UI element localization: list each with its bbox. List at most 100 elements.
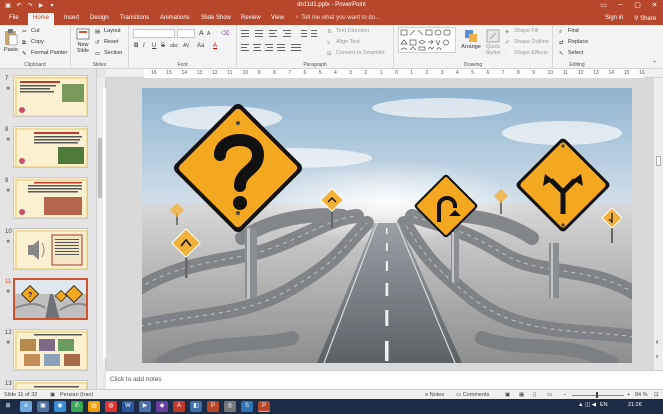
italic-button[interactable]: I (143, 43, 145, 49)
road-signs-picture[interactable] (142, 88, 632, 363)
text-shadow-button[interactable]: abc (170, 43, 178, 49)
notes-pane[interactable]: Click to add notes (106, 370, 663, 389)
zoom-slider[interactable] (572, 395, 624, 396)
align-text-button[interactable]: ≡ Align Text (327, 39, 360, 46)
whatsapp-icon[interactable]: ✆ (71, 401, 83, 412)
paragraph-format-icons[interactable] (241, 29, 321, 55)
section-button[interactable]: ▭ Section (95, 50, 122, 57)
tab-transitions[interactable]: Transitions (120, 15, 149, 21)
zoom-slider-thumb[interactable] (596, 392, 598, 398)
find-button[interactable]: ⌕ Find (559, 28, 579, 35)
ie-icon[interactable]: e (20, 401, 32, 412)
clear-format-icon[interactable]: ⌫ (221, 30, 229, 37)
media-icon[interactable]: ▶ (139, 401, 151, 412)
new-slide-button[interactable]: New Slide (74, 28, 92, 54)
grow-font-button[interactable]: A (199, 30, 204, 37)
windows-start-icon[interactable]: ⊞ (2, 401, 14, 412)
language-indicator[interactable]: Persian (Iran) (60, 392, 93, 398)
zoom-level[interactable]: 84 % (635, 392, 648, 398)
bold-button[interactable]: B (134, 43, 138, 49)
clock[interactable]: 21:26 (628, 402, 642, 408)
pdf-icon[interactable]: A (173, 401, 185, 412)
powerpoint-icon[interactable]: P (207, 401, 219, 412)
zoom-in-button[interactable]: + (627, 392, 630, 398)
previous-slide-icon[interactable]: ⇞ (655, 340, 659, 346)
ribbon-display-options-button[interactable]: ▭ (599, 1, 608, 9)
tab-design[interactable]: Design (90, 15, 109, 21)
minimize-button[interactable]: – (616, 1, 625, 9)
fit-to-window-icon[interactable]: ⊡ (654, 392, 659, 398)
normal-view-icon[interactable]: ▣ (505, 392, 510, 398)
reset-button[interactable]: ↺ Reset (95, 39, 118, 46)
font-size-box[interactable] (177, 29, 195, 38)
replace-button[interactable]: ⇄ Replace (559, 39, 588, 46)
slide-thumbnail[interactable]: 12 ✱ (3, 328, 96, 373)
sign-in-link[interactable]: Sign in (605, 15, 623, 21)
format-painter-button[interactable]: ✎ Format Painter (22, 50, 67, 57)
file-explorer-icon[interactable]: ▣ (37, 401, 49, 412)
word-icon[interactable]: W (122, 401, 134, 412)
quick-styles-button[interactable]: Quick Styles (483, 29, 503, 56)
tab-animations[interactable]: Animations (160, 15, 190, 21)
maximize-button[interactable]: ▢ (633, 1, 642, 9)
font-color-button[interactable]: A (213, 43, 217, 49)
paste-button[interactable]: Paste (2, 28, 20, 53)
canvas-scroll-thumb[interactable] (656, 156, 661, 166)
arrange-button[interactable]: Arrange (460, 29, 482, 50)
tray-icons[interactable]: ▲ ◫ ◀ (578, 402, 596, 408)
next-slide-icon[interactable]: ⇟ (655, 354, 659, 360)
app-icon-2[interactable]: ◆ (156, 401, 168, 412)
underline-button[interactable]: U (152, 43, 156, 49)
zoom-out-button[interactable]: − (563, 392, 566, 398)
tab-view[interactable]: View (271, 15, 284, 21)
slide-thumbnail[interactable]: 10 ✱ (3, 227, 96, 272)
slide-thumbnail[interactable]: 8 ✱ (3, 125, 96, 170)
spellcheck-icon[interactable]: ▣ (50, 392, 55, 398)
shape-effects-button[interactable]: ◌ Shape Effects (505, 50, 548, 57)
character-spacing-button[interactable]: AV (183, 43, 189, 49)
slide-thumbnail[interactable]: 9 ✱ (3, 176, 96, 221)
comments-toggle[interactable]: ▭ Comments (456, 392, 489, 398)
slide-sorter-icon[interactable]: ▦ (519, 392, 524, 398)
layout-button[interactable]: ▤ Layout (95, 28, 121, 35)
select-button[interactable]: ↖ Select (559, 50, 583, 57)
strikethrough-button[interactable]: S (161, 43, 165, 49)
thumbnails-scrollbar[interactable] (97, 78, 103, 388)
tab-insert[interactable]: Insert (64, 15, 79, 21)
app-icon-5[interactable]: S (241, 401, 253, 412)
shape-outline-button[interactable]: ✐ Shape Outline (505, 39, 549, 46)
shapes-gallery[interactable] (398, 27, 456, 53)
reading-view-icon[interactable]: ▯ (533, 392, 536, 398)
current-slide[interactable] (142, 88, 632, 363)
tab-slide-show[interactable]: Slide Show (201, 15, 231, 21)
font-name-box[interactable] (133, 29, 175, 38)
slideshow-view-icon[interactable]: ▭ (547, 392, 552, 398)
slide-thumbnail[interactable]: 13 (3, 379, 96, 389)
convert-smartart-button[interactable]: ⊞ Convert to SmartArt (327, 50, 385, 57)
shrink-font-button[interactable]: A (207, 31, 210, 37)
folder-icon[interactable]: ▤ (88, 401, 100, 412)
app-icon-4[interactable]: ◎ (224, 401, 236, 412)
tell-me-box[interactable]: ♀ Tell me what you want to do... (295, 15, 380, 21)
cut-button[interactable]: ✂ Cut (22, 28, 40, 35)
copy-button[interactable]: ⧉ Copy (22, 39, 44, 46)
thumbnails-scroll-thumb[interactable] (98, 138, 102, 198)
tab-file[interactable]: File (9, 15, 19, 21)
close-button[interactable]: ✕ (650, 1, 659, 9)
canvas-vertical-scrollbar[interactable]: ⇞ ⇟ (654, 78, 663, 370)
slide-thumbnail[interactable]: 7 ✱ (3, 74, 96, 119)
app-icon-3[interactable]: ◧ (190, 401, 202, 412)
tab-review[interactable]: Review (241, 15, 261, 21)
input-language[interactable]: EN (600, 402, 608, 408)
powerpoint-active-icon[interactable]: P (258, 401, 270, 412)
notes-toggle[interactable]: ≡ Notes (425, 392, 444, 398)
browser-icon[interactable]: ◍ (105, 401, 117, 412)
share-button[interactable]: ⚲ Share (634, 15, 656, 22)
shape-fill-button[interactable]: ◈ Shape Fill (505, 28, 538, 35)
change-case-button[interactable]: Aa (197, 43, 204, 49)
slide-thumbnail-selected[interactable]: 11 ✱ ? (3, 277, 96, 322)
collapse-ribbon-icon[interactable]: ⌃ (652, 60, 657, 67)
app-icon[interactable]: ◉ (54, 401, 66, 412)
slide-editing-canvas[interactable] (106, 78, 654, 370)
tab-home[interactable]: Home (28, 13, 55, 25)
